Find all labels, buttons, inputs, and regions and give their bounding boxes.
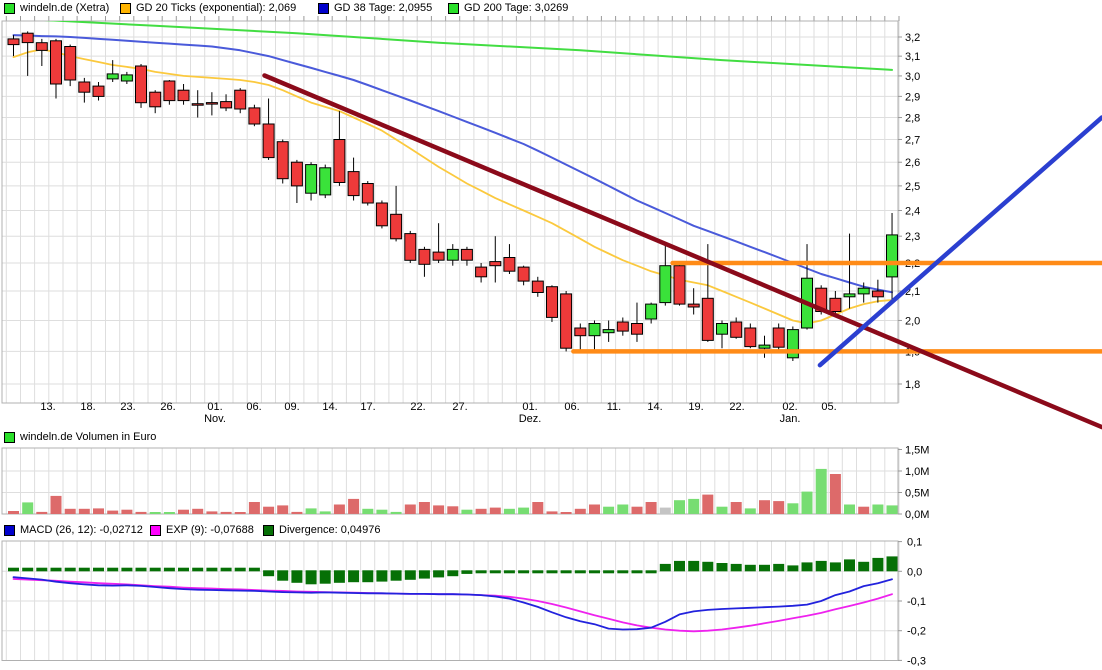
svg-text:22.: 22. (729, 401, 744, 413)
svg-text:14.: 14. (322, 401, 337, 413)
chart-canvas[interactable]: 3,23,13,02,92,82,72,62,52,42,32,22,12,01… (0, 0, 1102, 670)
svg-text:14.: 14. (647, 401, 662, 413)
svg-text:0,0M: 0,0M (905, 509, 929, 521)
svg-text:2,5: 2,5 (905, 181, 920, 193)
svg-text:26.: 26. (160, 401, 175, 413)
svg-text:3,1: 3,1 (905, 51, 920, 63)
svg-text:22.: 22. (410, 401, 425, 413)
svg-text:Dez.: Dez. (519, 413, 542, 425)
svg-text:1,8: 1,8 (905, 379, 920, 391)
svg-text:1,5M: 1,5M (905, 445, 929, 457)
svg-text:3,2: 3,2 (905, 32, 920, 44)
svg-text:Jan.: Jan. (780, 413, 801, 425)
svg-text:11.: 11. (607, 401, 621, 413)
svg-text:-0,2: -0,2 (907, 626, 926, 638)
svg-text:09.: 09. (284, 401, 299, 413)
svg-text:19.: 19. (688, 401, 703, 413)
svg-text:23.: 23. (120, 401, 135, 413)
svg-text:2,3: 2,3 (905, 231, 920, 243)
svg-text:01.: 01. (522, 401, 537, 413)
svg-text:0,0: 0,0 (907, 566, 922, 578)
svg-text:1,0M: 1,0M (905, 466, 929, 478)
svg-text:3,0: 3,0 (905, 71, 920, 83)
svg-text:-0,1: -0,1 (907, 596, 926, 608)
svg-text:0,5M: 0,5M (905, 488, 929, 500)
svg-text:0,1: 0,1 (907, 537, 922, 549)
svg-text:06.: 06. (564, 401, 579, 413)
svg-text:2,7: 2,7 (905, 135, 920, 147)
svg-text:2,4: 2,4 (905, 206, 920, 218)
svg-text:17.: 17. (360, 401, 375, 413)
svg-text:27.: 27. (452, 401, 467, 413)
svg-text:06.: 06. (246, 401, 261, 413)
svg-text:2,0: 2,0 (905, 316, 920, 328)
svg-text:-0,3: -0,3 (907, 655, 926, 667)
svg-text:Nov.: Nov. (204, 413, 226, 425)
svg-text:18.: 18. (80, 401, 95, 413)
svg-text:2,6: 2,6 (905, 157, 920, 169)
svg-text:01.: 01. (207, 401, 222, 413)
svg-text:13.: 13. (40, 401, 55, 413)
svg-text:05.: 05. (821, 401, 836, 413)
svg-text:2,8: 2,8 (905, 113, 920, 125)
svg-text:02.: 02. (782, 401, 797, 413)
chart-application: windeln.de (Xetra) GD 20 Ticks (exponent… (0, 0, 1102, 670)
svg-text:2,9: 2,9 (905, 91, 920, 103)
